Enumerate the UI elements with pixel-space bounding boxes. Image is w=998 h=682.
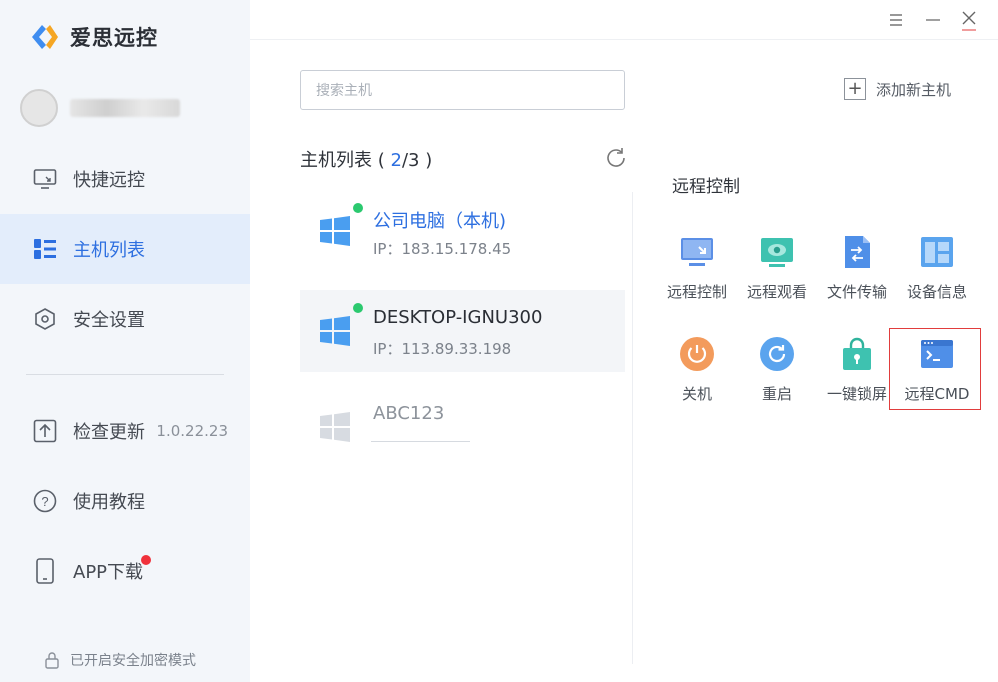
close-icon bbox=[962, 11, 976, 31]
security-status-text: 已开启安全加密模式 bbox=[70, 653, 196, 669]
sidebar-item-security[interactable]: 安全设置 bbox=[0, 284, 250, 354]
add-host-label: 添加新主机 bbox=[876, 80, 952, 99]
lock-icon bbox=[45, 652, 59, 669]
upload-icon bbox=[33, 419, 57, 443]
action-label: 重启 bbox=[761, 385, 792, 403]
sidebar-item-label: 快捷远控 bbox=[73, 170, 145, 191]
search-input[interactable] bbox=[300, 70, 625, 110]
windows-icon bbox=[320, 216, 350, 246]
list-icon bbox=[33, 237, 57, 261]
titlebar-divider bbox=[250, 39, 998, 40]
notification-dot bbox=[141, 555, 151, 565]
plus-icon: + bbox=[844, 78, 866, 100]
menu-button[interactable] bbox=[884, 8, 908, 32]
minimize-icon bbox=[926, 19, 940, 21]
panel-divider bbox=[632, 192, 633, 664]
monitor-icon bbox=[33, 167, 57, 191]
restart-button[interactable]: 重启 bbox=[736, 336, 818, 426]
host-item[interactable]: ABC123 bbox=[300, 386, 625, 468]
host-ip: IP：183.15.178.45 bbox=[373, 240, 512, 258]
version-label: 1.0.22.23 bbox=[156, 422, 228, 440]
shield-hexagon-icon bbox=[33, 307, 57, 331]
host-list-header: 主机列表 ( 2/3 ) bbox=[300, 146, 432, 172]
remote-panel-title: 远程控制 bbox=[672, 177, 740, 197]
shutdown-button[interactable]: 关机 bbox=[656, 336, 738, 426]
file-transfer-button[interactable]: 文件传输 bbox=[816, 234, 898, 324]
sidebar-item-quick-remote[interactable]: 快捷远控 bbox=[0, 144, 250, 214]
app-name: 爱思远控 bbox=[70, 26, 158, 50]
host-name: 公司电脑（本机) bbox=[373, 211, 507, 232]
user-profile[interactable] bbox=[20, 88, 180, 128]
sidebar-item-label: 检查更新 bbox=[73, 422, 145, 443]
sidebar-item-app-download[interactable]: APP下载 bbox=[0, 536, 250, 606]
device-info-button[interactable]: 设备信息 bbox=[896, 234, 978, 324]
host-name: DESKTOP-IGNU300 bbox=[373, 307, 543, 328]
sidebar-item-label: 安全设置 bbox=[73, 310, 145, 331]
remote-view-icon bbox=[761, 238, 793, 267]
count-open: ( bbox=[377, 150, 391, 171]
action-label: 关机 bbox=[681, 385, 712, 403]
remote-control-icon bbox=[681, 238, 713, 266]
total-count: 3 bbox=[408, 150, 420, 171]
help-icon: ? bbox=[33, 489, 57, 513]
restart-icon bbox=[760, 337, 794, 371]
action-label: 一键锁屏 bbox=[826, 385, 887, 403]
sidebar-item-check-update[interactable]: 检查更新 1.0.22.23 bbox=[0, 396, 250, 466]
lock-screen-button[interactable]: 一键锁屏 bbox=[816, 336, 898, 426]
refresh-icon[interactable] bbox=[604, 146, 628, 170]
host-underline bbox=[371, 441, 470, 442]
hamburger-icon bbox=[890, 14, 902, 26]
highlight-box bbox=[889, 328, 981, 410]
close-button[interactable] bbox=[957, 8, 981, 32]
windows-icon bbox=[320, 412, 350, 442]
online-status-dot bbox=[353, 203, 363, 213]
shutdown-icon bbox=[680, 337, 714, 371]
action-label: 文件传输 bbox=[826, 283, 887, 301]
divider bbox=[26, 374, 224, 375]
logo-icon bbox=[32, 25, 58, 49]
host-name: ABC123 bbox=[373, 403, 445, 424]
security-status: 已开启安全加密模式 bbox=[44, 650, 196, 670]
remote-view-button[interactable]: 远程观看 bbox=[736, 234, 818, 324]
online-count: 2 bbox=[390, 150, 402, 171]
host-ip: IP：113.89.33.198 bbox=[373, 340, 512, 358]
host-item[interactable]: 公司电脑（本机) IP：183.15.178.45 bbox=[300, 190, 625, 272]
app-logo: 爱思远控 bbox=[28, 20, 158, 54]
svg-text:?: ? bbox=[41, 494, 48, 509]
phone-icon bbox=[33, 558, 57, 584]
action-label: 远程控制 bbox=[666, 283, 727, 301]
lock-screen-icon bbox=[843, 337, 871, 370]
host-item[interactable]: DESKTOP-IGNU300 IP：113.89.33.198 bbox=[300, 290, 625, 372]
minimize-button[interactable] bbox=[921, 8, 945, 32]
sidebar-item-label: 主机列表 bbox=[73, 240, 145, 261]
remote-control-button[interactable]: 远程控制 bbox=[656, 234, 738, 324]
sidebar-item-host-list[interactable]: 主机列表 bbox=[0, 214, 250, 284]
windows-icon bbox=[320, 316, 350, 346]
sidebar-item-label: APP下载 bbox=[73, 562, 144, 583]
sidebar: 爱思远控 快捷远控 主机列表 安全设置 检查更新 1.0.22.23 ? 使用教… bbox=[0, 0, 250, 682]
action-label: 设备信息 bbox=[906, 283, 967, 301]
action-label: 远程观看 bbox=[746, 283, 807, 301]
user-name-redacted bbox=[70, 99, 180, 117]
count-close: ) bbox=[419, 150, 433, 171]
file-transfer-icon bbox=[845, 236, 870, 268]
online-status-dot bbox=[353, 303, 363, 313]
host-list-title: 主机列表 bbox=[300, 150, 372, 171]
avatar[interactable] bbox=[20, 89, 58, 127]
device-info-icon bbox=[921, 237, 953, 267]
add-host-button[interactable]: + 添加新主机 bbox=[844, 78, 951, 100]
sidebar-item-label: 使用教程 bbox=[73, 492, 145, 513]
sidebar-item-tutorial[interactable]: ? 使用教程 bbox=[0, 466, 250, 536]
